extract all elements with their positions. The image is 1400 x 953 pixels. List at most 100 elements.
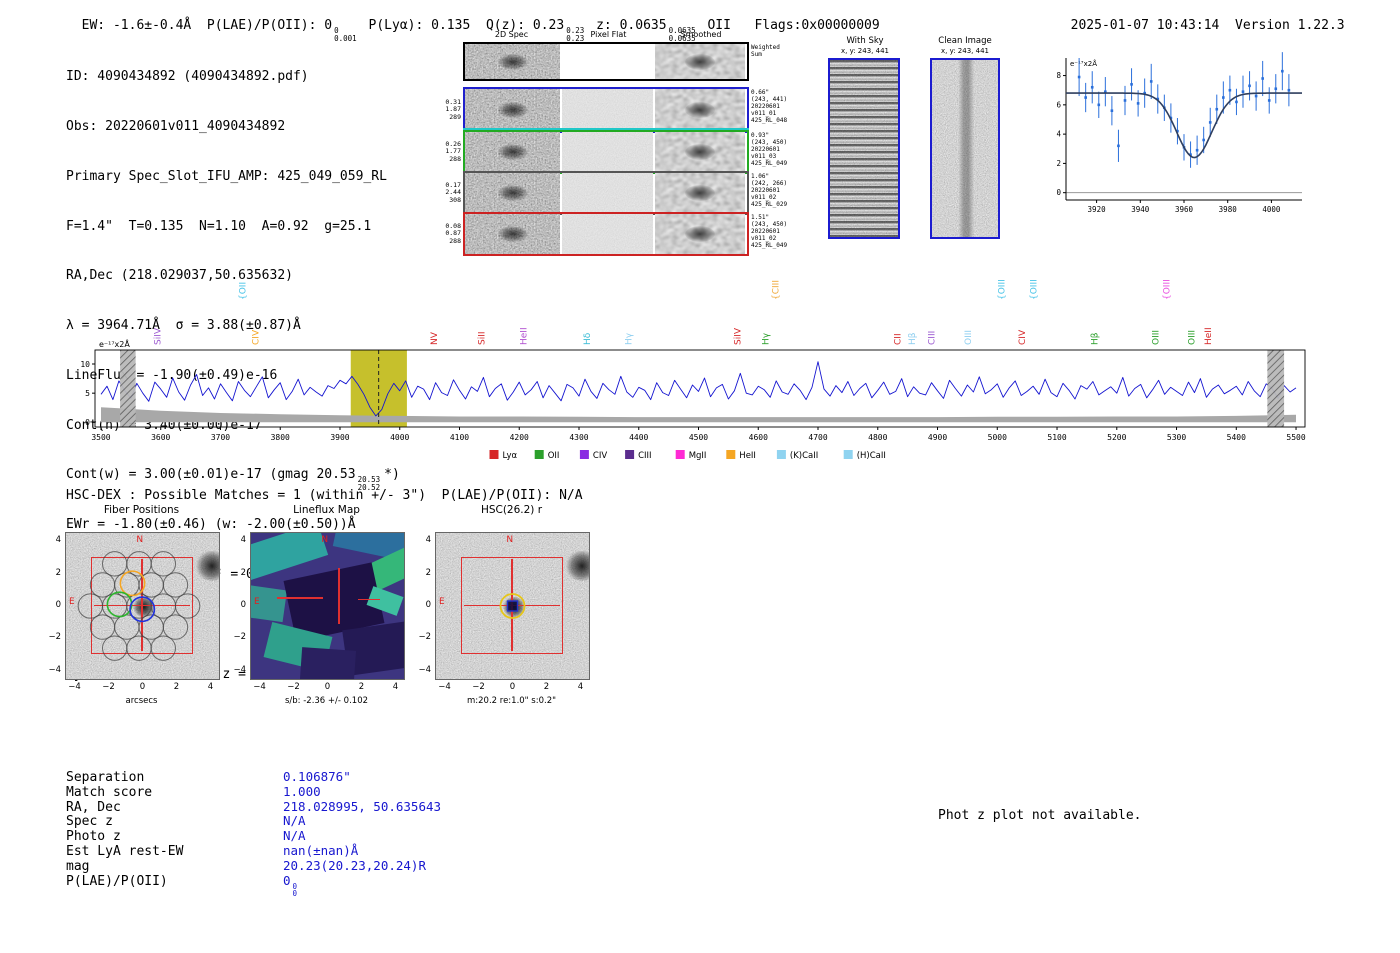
matches-table: Separation 0.106876" Match score 1.000 RA, D… [66,769,441,897]
spec2d-row-left-labels: 0.08 0.87 288 [445,221,461,245]
line-fit-plot-svg: 0 2 4 6 8 3920 3940 3960 3980 4000 e⁻¹⁷x2Å [1056,52,1302,214]
legend-label: MgII [689,451,707,461]
y-tick-label: 0 [55,600,61,610]
svg-text:5100: 5100 [1047,433,1066,442]
match-field-value: N/A [283,828,306,844]
y-tick-label: 0 [240,600,246,610]
spectral-line-label: {OIII [997,279,1007,300]
detection-id: ID: 4090434892 (4090434892.pdf) [66,69,309,85]
fiber-circle [150,635,177,661]
match-field-value: 1.000 [283,783,321,799]
spectral-line-label: Hβ [908,332,918,345]
compass-north: N [321,535,329,545]
spec2d-panel: 2D Spec Pixel Flat Smoothed Weighted Sum 0… [445,30,793,258]
spec2d-image [465,89,560,131]
match-row: mag 20.23(20.23,20.24)R [66,857,441,874]
svg-text:3960: 3960 [1175,205,1194,214]
cutout-caption: s/b: -2.36 +/- 0.102 [284,696,369,706]
x-tick-label: −2 [102,682,115,692]
hsc-dex-header: HSC-DEX : Possible Matches = 1 (within +… [66,488,583,503]
catalog-match-square [506,600,519,612]
x-tick-label: 0 [324,682,331,692]
svg-text:4500: 4500 [689,433,708,442]
match-field-value: nan(±nan)Å [283,842,359,858]
match-field-label: P(LAE)/P(OII) [66,873,168,889]
full-spectrum-plot: 0 5 10 3500 3600 3700 3800 3900 4000 4100 4200 4300… [60,262,1315,462]
y-tick-label: −4 [418,664,431,675]
spec2d-row: 0.08 0.87 288 1.51" (243, 450) 20220601 v011_0… [445,212,787,256]
svg-text:4200: 4200 [510,433,529,442]
x-tick-label: 4 [207,682,214,692]
with-sky-coords: x, y: 243, 441 [841,47,889,55]
plae-poii-label: P(LAE)/P(OII): [206,18,325,33]
svg-text:e⁻¹⁷x2Å: e⁻¹⁷x2Å [99,338,130,349]
svg-text:e⁻¹⁷x2Å: e⁻¹⁷x2Å [1070,59,1097,68]
plae-poii-value: 0 [324,18,333,33]
spec2d-image [562,214,653,254]
ew-value: EW: -1.6±-0.4Å [81,18,207,33]
x-tick-label: 2 [543,682,550,692]
masked-band [120,350,136,427]
x-tick-label: 2 [358,682,365,692]
photometry-line: F=1.4" T=0.135 N=1.10 A=0.92 g=25.1 [66,218,372,234]
spectral-line-label: {OII [239,282,249,300]
spectral-line-label: OIII [1188,330,1198,345]
col-title-2dspec: 2D Spec [494,30,529,39]
y-tick-label: −2 [48,632,61,643]
spectral-line-label: NV [430,331,440,345]
spectral-line-label: {CIII [772,280,782,300]
svg-text:0: 0 [1056,188,1061,197]
cutout-image: NE [435,532,590,680]
svg-text:3700: 3700 [211,433,230,442]
legend-swatch [675,450,685,459]
y-tick-label: 2 [55,567,61,578]
primary-spec-slot: Primary Spec_Slot_IFU_AMP: 425_049_059_R… [66,168,387,184]
legend-label: (H)CaII [857,451,886,461]
full-spectrum-svg: 0 5 10 3500 3600 3700 3800 3900 4000 4100 4200 4300… [80,279,1305,461]
fiber-circle-highlight [106,591,133,618]
match-field-label: Photo z [66,829,121,845]
legend-label: CIII [638,451,651,461]
spectral-line-label: OIII [964,330,974,345]
spectral-line-label: CII [894,333,904,345]
spectral-line-label: Hβ [1091,332,1101,345]
svg-text:3500: 3500 [91,433,110,442]
cutout-title: Fiber Positions [103,504,180,516]
observation-id: Obs: 20220601v011_4090434892 [66,118,286,134]
match-field-value: 20.23(20.23,20.24)R [283,857,426,873]
fiber-circle [102,551,128,577]
spec2d-row: 0.17 2.44 308 1.06" (242, 266) 20220601 v011_0… [445,171,787,215]
fiber-circle [150,551,177,577]
match-field-label: mag [66,858,90,874]
cutout-caption: m:20.2 re:1.0" s:0.2" [466,696,557,706]
match-field-label: RA, Dec [66,799,121,815]
spec2d-row: Weighted Sum [463,42,780,81]
spectral-line-label: SiIV [154,327,164,345]
clean-image-coords: x, y: 243, 441 [941,47,989,55]
match-row: Spec z N/A [66,813,441,829]
spec2d-row-accent [463,128,749,130]
svg-text:5300: 5300 [1167,433,1186,442]
line-fit-plot: 0 2 4 6 8 3920 3940 3960 3980 4000 e⁻¹⁷x2Å [1038,46,1310,224]
x-tick-label: 4 [577,682,584,692]
match-field-label: Est LyA rest-EW [66,843,184,859]
spec2d-row-left-labels: 0.31 1.87 289 [445,97,461,121]
x-tick-label: 2 [173,682,180,692]
match-field-label: Separation [66,770,145,785]
spectral-line-label: SiIV [733,327,743,345]
x-tick-label: 4 [392,682,399,692]
svg-text:5500: 5500 [1286,433,1305,442]
svg-text:4: 4 [1056,130,1061,139]
svg-text:5: 5 [85,389,90,398]
x-tick-label: −4 [253,682,266,692]
spec2d-row-right-labels: 1.06" (242, 266) 20220601 v011_02 425_RL_029 [751,173,788,208]
fiber-circle [102,593,128,619]
svg-text:4000: 4000 [1262,205,1281,214]
cutout-image: NE [65,532,220,680]
svg-text:4900: 4900 [928,433,947,442]
cutout-title: HSC(26.2) r [480,504,543,516]
spectral-line-label: {OIII [1162,279,1172,300]
y-tick-label: −2 [233,632,246,643]
match-row: Separation 0.106876" [66,769,441,785]
y-tick-label: 0 [425,600,431,610]
